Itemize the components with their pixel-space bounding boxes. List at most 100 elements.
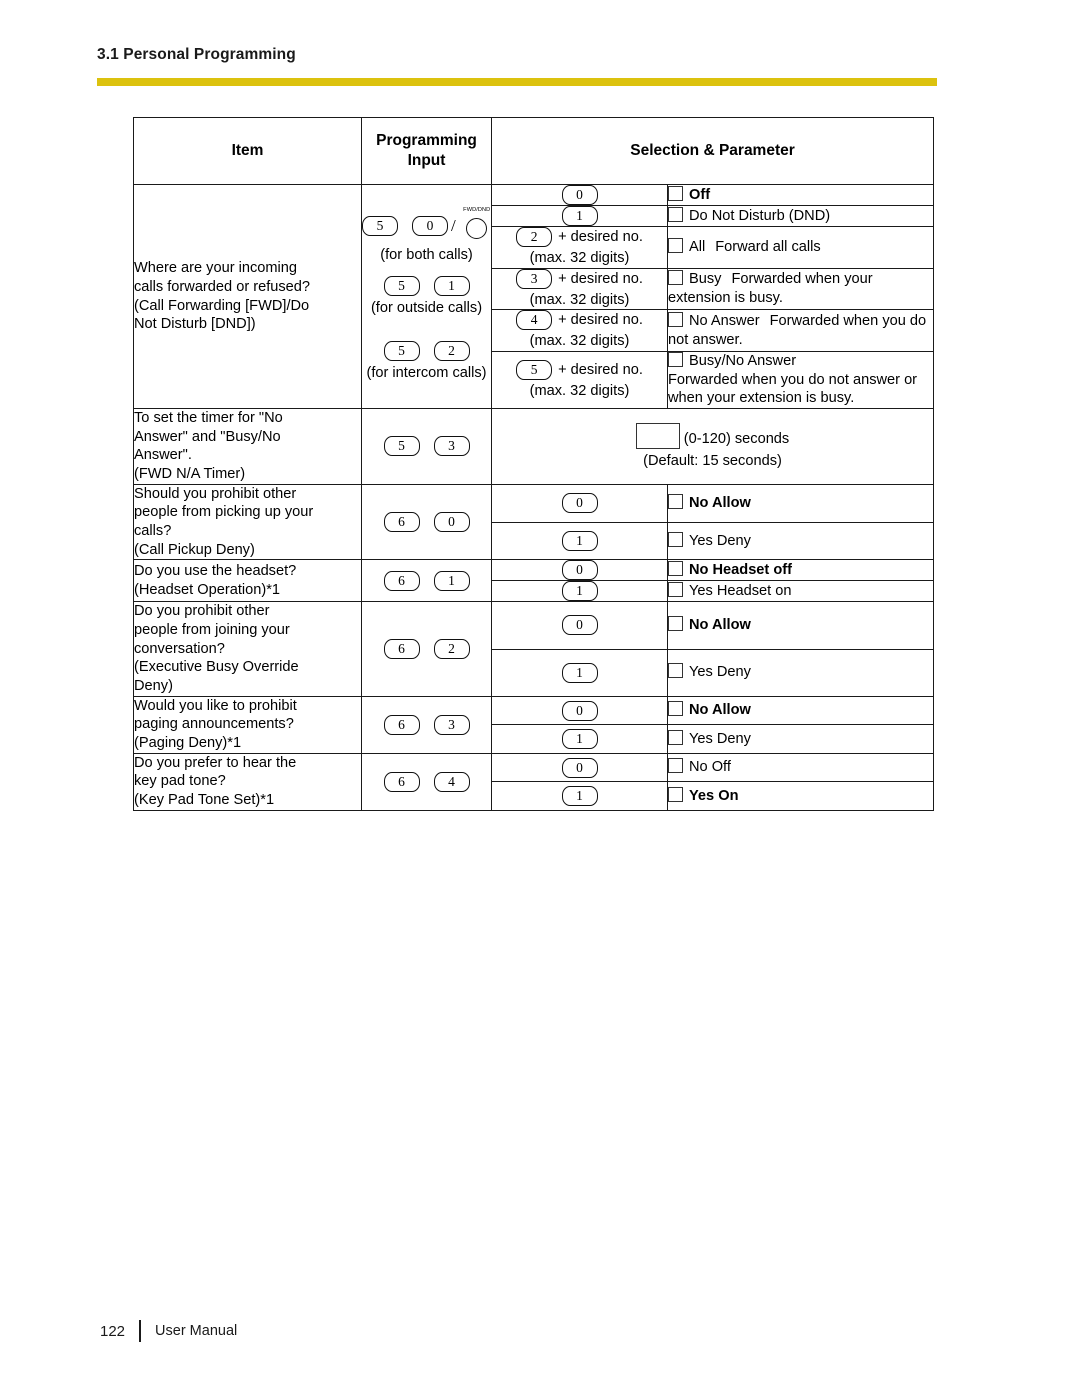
item-cell-call-forwarding: Where are your incoming calls forwarded … bbox=[133, 183, 362, 410]
input-cell-call-forwarding: 5 0/FWD/DND (for both calls) 51 (for outs… bbox=[361, 183, 492, 410]
item-line: To set the timer for "No bbox=[134, 410, 283, 427]
item-line: (Executive Busy Override bbox=[134, 659, 299, 676]
checkbox-icon[interactable] bbox=[668, 493, 683, 509]
key-digit: 0 bbox=[561, 560, 598, 581]
table-row: Do you prohibit other people from joinin… bbox=[133, 601, 935, 697]
key-digit: 5 bbox=[383, 275, 420, 296]
selection-cell: 1 bbox=[491, 521, 668, 561]
parameter-label: No Headset off bbox=[689, 562, 792, 579]
page-header: 3.1 Personal Programming bbox=[97, 46, 937, 64]
checkbox-icon[interactable] bbox=[668, 238, 683, 253]
fwd-dnd-button: FWD/DND bbox=[459, 207, 495, 243]
key-digit: 2 bbox=[433, 639, 470, 660]
item-line: Do you prohibit other bbox=[134, 603, 270, 620]
checkbox-icon[interactable] bbox=[668, 729, 683, 745]
checkbox-icon[interactable] bbox=[668, 786, 683, 802]
item-line: calls forwarded or refused? bbox=[134, 278, 311, 295]
key-digit: 0 bbox=[561, 757, 598, 778]
item-line: (Call Pickup Deny) bbox=[134, 541, 255, 558]
item-cell-paging-deny: Would you like to prohibit paging announ… bbox=[133, 695, 362, 754]
key-digit: 1 bbox=[433, 570, 470, 591]
timer-value-input[interactable] bbox=[635, 422, 680, 449]
input-cell-headset-operation: 61 bbox=[361, 559, 492, 603]
item-cell-key-pad-tone-set: Do you prefer to hear the key pad tone? … bbox=[133, 752, 362, 811]
parameter-cell: No Allow bbox=[666, 483, 935, 523]
page-footer: 122 User Manual bbox=[100, 1318, 237, 1344]
parameter-cell: Yes Deny bbox=[666, 648, 935, 697]
table-row: Do you prefer to hear the key pad tone? … bbox=[133, 752, 935, 811]
key-digit: 6 bbox=[383, 714, 420, 735]
selection-cell: 1 bbox=[491, 648, 668, 697]
selection-suffix: + desired no. bbox=[558, 361, 643, 378]
header-item: Item bbox=[133, 117, 362, 185]
table-row: Do you use the headset? (Headset Operati… bbox=[133, 559, 935, 603]
timer-range-label: (0-120) seconds bbox=[683, 430, 790, 447]
parameter-cell: Yes Deny bbox=[666, 724, 935, 754]
item-line: Answer" and "Busy/No bbox=[134, 428, 281, 445]
parameter-cell: No Allow bbox=[666, 601, 935, 650]
item-line: Not Disturb [DND]) bbox=[134, 316, 256, 333]
checkbox-icon[interactable] bbox=[668, 758, 683, 774]
item-cell-headset-operation: Do you use the headset? (Headset Operati… bbox=[133, 559, 362, 603]
parameter-label: Yes On bbox=[689, 787, 739, 804]
checkbox-icon[interactable] bbox=[668, 663, 683, 679]
checkbox-icon[interactable] bbox=[668, 531, 683, 547]
parameter-label: No Allow bbox=[689, 702, 751, 719]
selection-cell: 1 bbox=[491, 205, 668, 227]
key-digit: 4 bbox=[433, 771, 470, 792]
item-line: Should you prohibit other bbox=[134, 485, 297, 502]
item-cell-call-pickup-deny: Should you prohibit other people from pi… bbox=[133, 483, 362, 561]
table-header-row: Item Programming Input Selection & Param… bbox=[133, 117, 935, 185]
key-digit: 2 bbox=[433, 341, 470, 362]
key-digit: 1 bbox=[561, 662, 598, 683]
key-digit: 1 bbox=[561, 786, 598, 807]
input-note-outside-calls: (for outside calls) bbox=[370, 299, 483, 316]
input-group-both-calls: 5 0/ FWD/DND (for both calls) bbox=[362, 207, 491, 264]
parameter-cell: Yes On bbox=[666, 781, 935, 811]
key-digit: 0 bbox=[561, 493, 598, 514]
item-cell-executive-busy-override-deny: Do you prohibit other people from joinin… bbox=[133, 601, 362, 697]
selection-cell: 0 bbox=[491, 483, 668, 523]
key-digit: 2 bbox=[516, 227, 553, 247]
selection-cell: 5 + desired no. (max. 32 digits) bbox=[491, 351, 668, 410]
checkbox-icon[interactable] bbox=[668, 206, 683, 222]
selection-cell: 0 bbox=[491, 559, 668, 582]
checkbox-icon[interactable] bbox=[668, 270, 683, 286]
page-title: 3.1 Personal Programming bbox=[97, 46, 296, 63]
input-cell-fwd-na-timer: 53 bbox=[361, 408, 492, 485]
checkbox-icon[interactable] bbox=[668, 352, 683, 368]
key-digit: 3 bbox=[433, 436, 470, 457]
item-line: Would you like to prohibit bbox=[134, 697, 297, 714]
selection-cell: 0 bbox=[491, 695, 668, 726]
parameter-label: All bbox=[689, 239, 706, 255]
input-cell-key-pad-tone-set: 64 bbox=[361, 752, 492, 811]
checkbox-icon[interactable] bbox=[668, 185, 683, 201]
selection-suffix: + desired no. bbox=[558, 312, 643, 329]
programming-table: Item Programming Input Selection & Param… bbox=[133, 117, 935, 811]
checkbox-icon[interactable] bbox=[668, 582, 683, 598]
header-programming-input-line1: Programming bbox=[376, 132, 477, 150]
parameter-desc: Forward all calls bbox=[715, 239, 821, 255]
selection-suffix-2: (max. 32 digits) bbox=[529, 291, 630, 308]
item-line: paging announcements? bbox=[134, 716, 294, 733]
key-digit: 5 bbox=[383, 436, 420, 457]
key-sequence-53: 53 bbox=[383, 436, 470, 457]
selection-suffix-2: (max. 32 digits) bbox=[529, 250, 630, 266]
parameter-cell: All Forward all calls bbox=[666, 226, 935, 269]
input-note-intercom-calls: (for intercom calls) bbox=[366, 365, 487, 382]
parameter-label: No Off bbox=[689, 759, 731, 776]
key-digit: 1 bbox=[561, 729, 598, 750]
checkbox-icon[interactable] bbox=[668, 701, 683, 717]
item-line: key pad tone? bbox=[134, 773, 226, 790]
item-line: calls? bbox=[134, 523, 172, 540]
checkbox-icon[interactable] bbox=[668, 312, 683, 327]
parameter-label: No Allow bbox=[689, 494, 751, 511]
key-digit: 6 bbox=[383, 771, 420, 792]
checkbox-icon[interactable] bbox=[668, 561, 683, 577]
checkbox-icon[interactable] bbox=[668, 616, 683, 632]
item-line: (Headset Operation)*1 bbox=[134, 581, 281, 598]
selection-cell: 1 bbox=[491, 724, 668, 754]
key-digit: 0 bbox=[433, 512, 470, 533]
fwd-dnd-circle-icon bbox=[465, 217, 487, 239]
